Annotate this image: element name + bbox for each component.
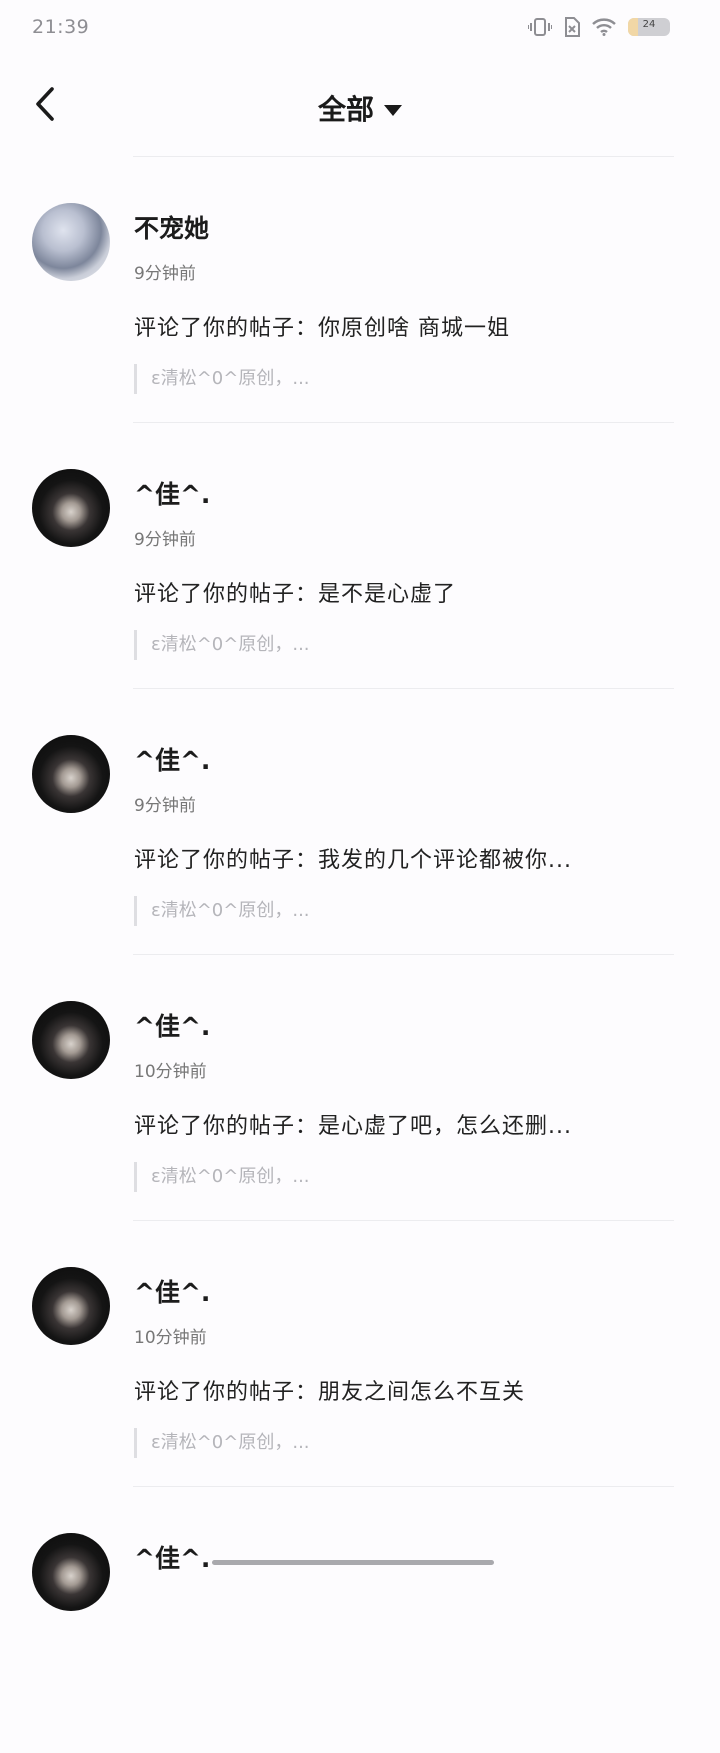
post-quote[interactable]: ε清松^0^原创，... (134, 1162, 310, 1192)
avatar[interactable] (32, 1001, 110, 1079)
notification-text: 评论了你的帖子：是不是心虚了 (134, 582, 457, 607)
user-name[interactable]: ^佳^. (134, 1273, 210, 1309)
notification-item[interactable]: 不宠她 9分钟前 评论了你的帖子：你原创啥 商城一姐 ε清松^0^原创，... (0, 157, 720, 423)
status-bar: 21:39 24 (0, 0, 720, 58)
vibrate-icon (528, 17, 552, 37)
notification-time: 9分钟前 (134, 530, 196, 550)
caret-down-icon (384, 104, 402, 116)
notification-time: 10分钟前 (134, 1062, 207, 1082)
notification-text: 评论了你的帖子：是心虚了吧，怎么还删... (134, 1114, 572, 1139)
filter-dropdown[interactable]: 全部 (0, 88, 720, 128)
post-quote[interactable]: ε清松^0^原创，... (134, 896, 310, 926)
battery-text: 24 (642, 19, 656, 30)
post-quote[interactable]: ε清松^0^原创，... (134, 630, 310, 660)
notification-list: 不宠她 9分钟前 评论了你的帖子：你原创啥 商城一姐 ε清松^0^原创，... … (0, 157, 720, 1753)
user-name[interactable]: ^佳^. (134, 741, 210, 777)
avatar[interactable] (32, 1533, 110, 1611)
status-time: 21:39 (32, 16, 90, 38)
notification-item[interactable]: ^佳^. 9分钟前 评论了你的帖子：是不是心虚了 ε清松^0^原创，... (0, 423, 720, 689)
notification-item[interactable]: ^佳^. 10分钟前 评论了你的帖子：是心虚了吧，怎么还删... ε清松^0^原… (0, 955, 720, 1221)
notification-time: 10分钟前 (134, 1328, 207, 1348)
navigation-bar: 全部 (0, 70, 720, 140)
notification-item[interactable]: ^佳^. (0, 1487, 720, 1753)
avatar[interactable] (32, 1267, 110, 1345)
post-quote[interactable]: ε清松^0^原创，... (134, 1428, 310, 1458)
wifi-icon (592, 18, 616, 36)
avatar[interactable] (32, 469, 110, 547)
home-indicator[interactable] (212, 1560, 494, 1565)
user-name[interactable]: 不宠她 (134, 209, 209, 245)
notification-text: 评论了你的帖子：朋友之间怎么不互关 (134, 1380, 526, 1405)
user-name[interactable]: ^佳^. (134, 1007, 210, 1043)
no-sim-icon (564, 17, 580, 37)
avatar[interactable] (32, 735, 110, 813)
notification-time: 9分钟前 (134, 796, 196, 816)
notification-item[interactable]: ^佳^. 9分钟前 评论了你的帖子：我发的几个评论都被你... ε清松^0^原创… (0, 689, 720, 955)
user-name[interactable]: ^佳^. (134, 475, 210, 511)
avatar[interactable] (32, 203, 110, 281)
post-quote[interactable]: ε清松^0^原创，... (134, 364, 310, 394)
notification-text: 评论了你的帖子：我发的几个评论都被你... (134, 848, 572, 873)
notification-item[interactable]: ^佳^. 10分钟前 评论了你的帖子：朋友之间怎么不互关 ε清松^0^原创，..… (0, 1221, 720, 1487)
page-title: 全部 (317, 93, 374, 126)
status-icons: 24 (528, 17, 670, 37)
user-name[interactable]: ^佳^. (134, 1539, 210, 1575)
battery-icon: 24 (628, 18, 670, 36)
notification-time: 9分钟前 (134, 264, 196, 284)
notification-text: 评论了你的帖子：你原创啥 商城一姐 (134, 316, 510, 341)
